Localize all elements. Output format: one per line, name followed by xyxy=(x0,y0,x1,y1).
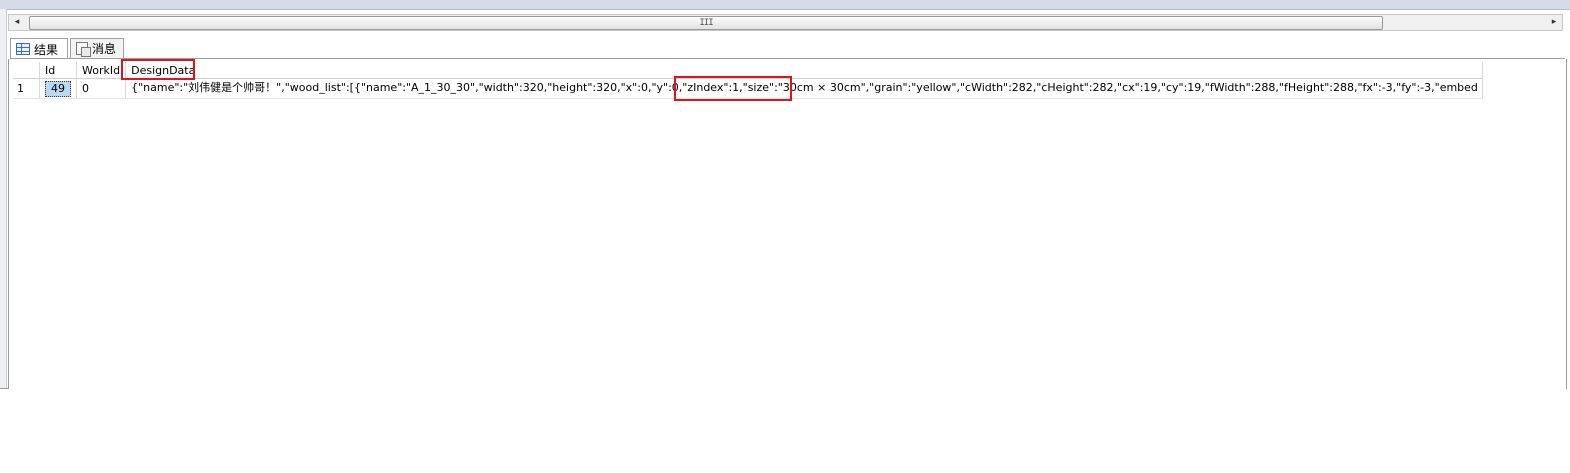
cell-workid[interactable]: 0 xyxy=(76,78,127,99)
highlight-box-size-value xyxy=(674,76,792,101)
message-icon xyxy=(76,42,91,57)
designdata-value: {"name":"刘伟健是个帅哥！","wood_list":[{"name":… xyxy=(131,81,1478,94)
scroll-left-arrow-icon[interactable]: ◂ xyxy=(9,15,25,30)
highlight-box-designdata-header xyxy=(121,59,195,80)
cell-designdata[interactable]: {"name":"刘伟健是个帅哥！","wood_list":[{"name":… xyxy=(125,78,1484,99)
results-grid-frame xyxy=(8,59,1567,389)
grid-bottom-edge xyxy=(0,388,8,389)
scroll-right-arrow-icon[interactable]: ▸ xyxy=(1546,15,1562,30)
cell-id[interactable]: 49 xyxy=(39,78,77,99)
column-header-workid[interactable]: WorkId xyxy=(76,62,127,79)
scrollbar-grip-icon: III xyxy=(699,18,713,28)
row-number-header[interactable] xyxy=(13,62,40,79)
tab-messages-label: 消息 xyxy=(92,42,117,56)
left-gutter xyxy=(0,9,7,389)
grid-icon xyxy=(16,43,30,55)
tab-results[interactable]: 结果 xyxy=(10,38,68,59)
row-number[interactable]: 1 xyxy=(13,78,40,99)
horizontal-scrollbar[interactable]: ◂ III ▸ xyxy=(8,14,1563,31)
column-header-designdata[interactable]: DesignData xyxy=(125,62,1484,79)
top-toolbar-strip xyxy=(0,0,1570,10)
scrollbar-thumb[interactable]: III xyxy=(29,16,1383,30)
tab-messages[interactable]: 消息 xyxy=(70,38,124,58)
tab-results-label: 结果 xyxy=(34,42,59,57)
column-header-id[interactable]: Id xyxy=(39,62,77,79)
selected-cell-value[interactable]: 49 xyxy=(45,80,71,97)
